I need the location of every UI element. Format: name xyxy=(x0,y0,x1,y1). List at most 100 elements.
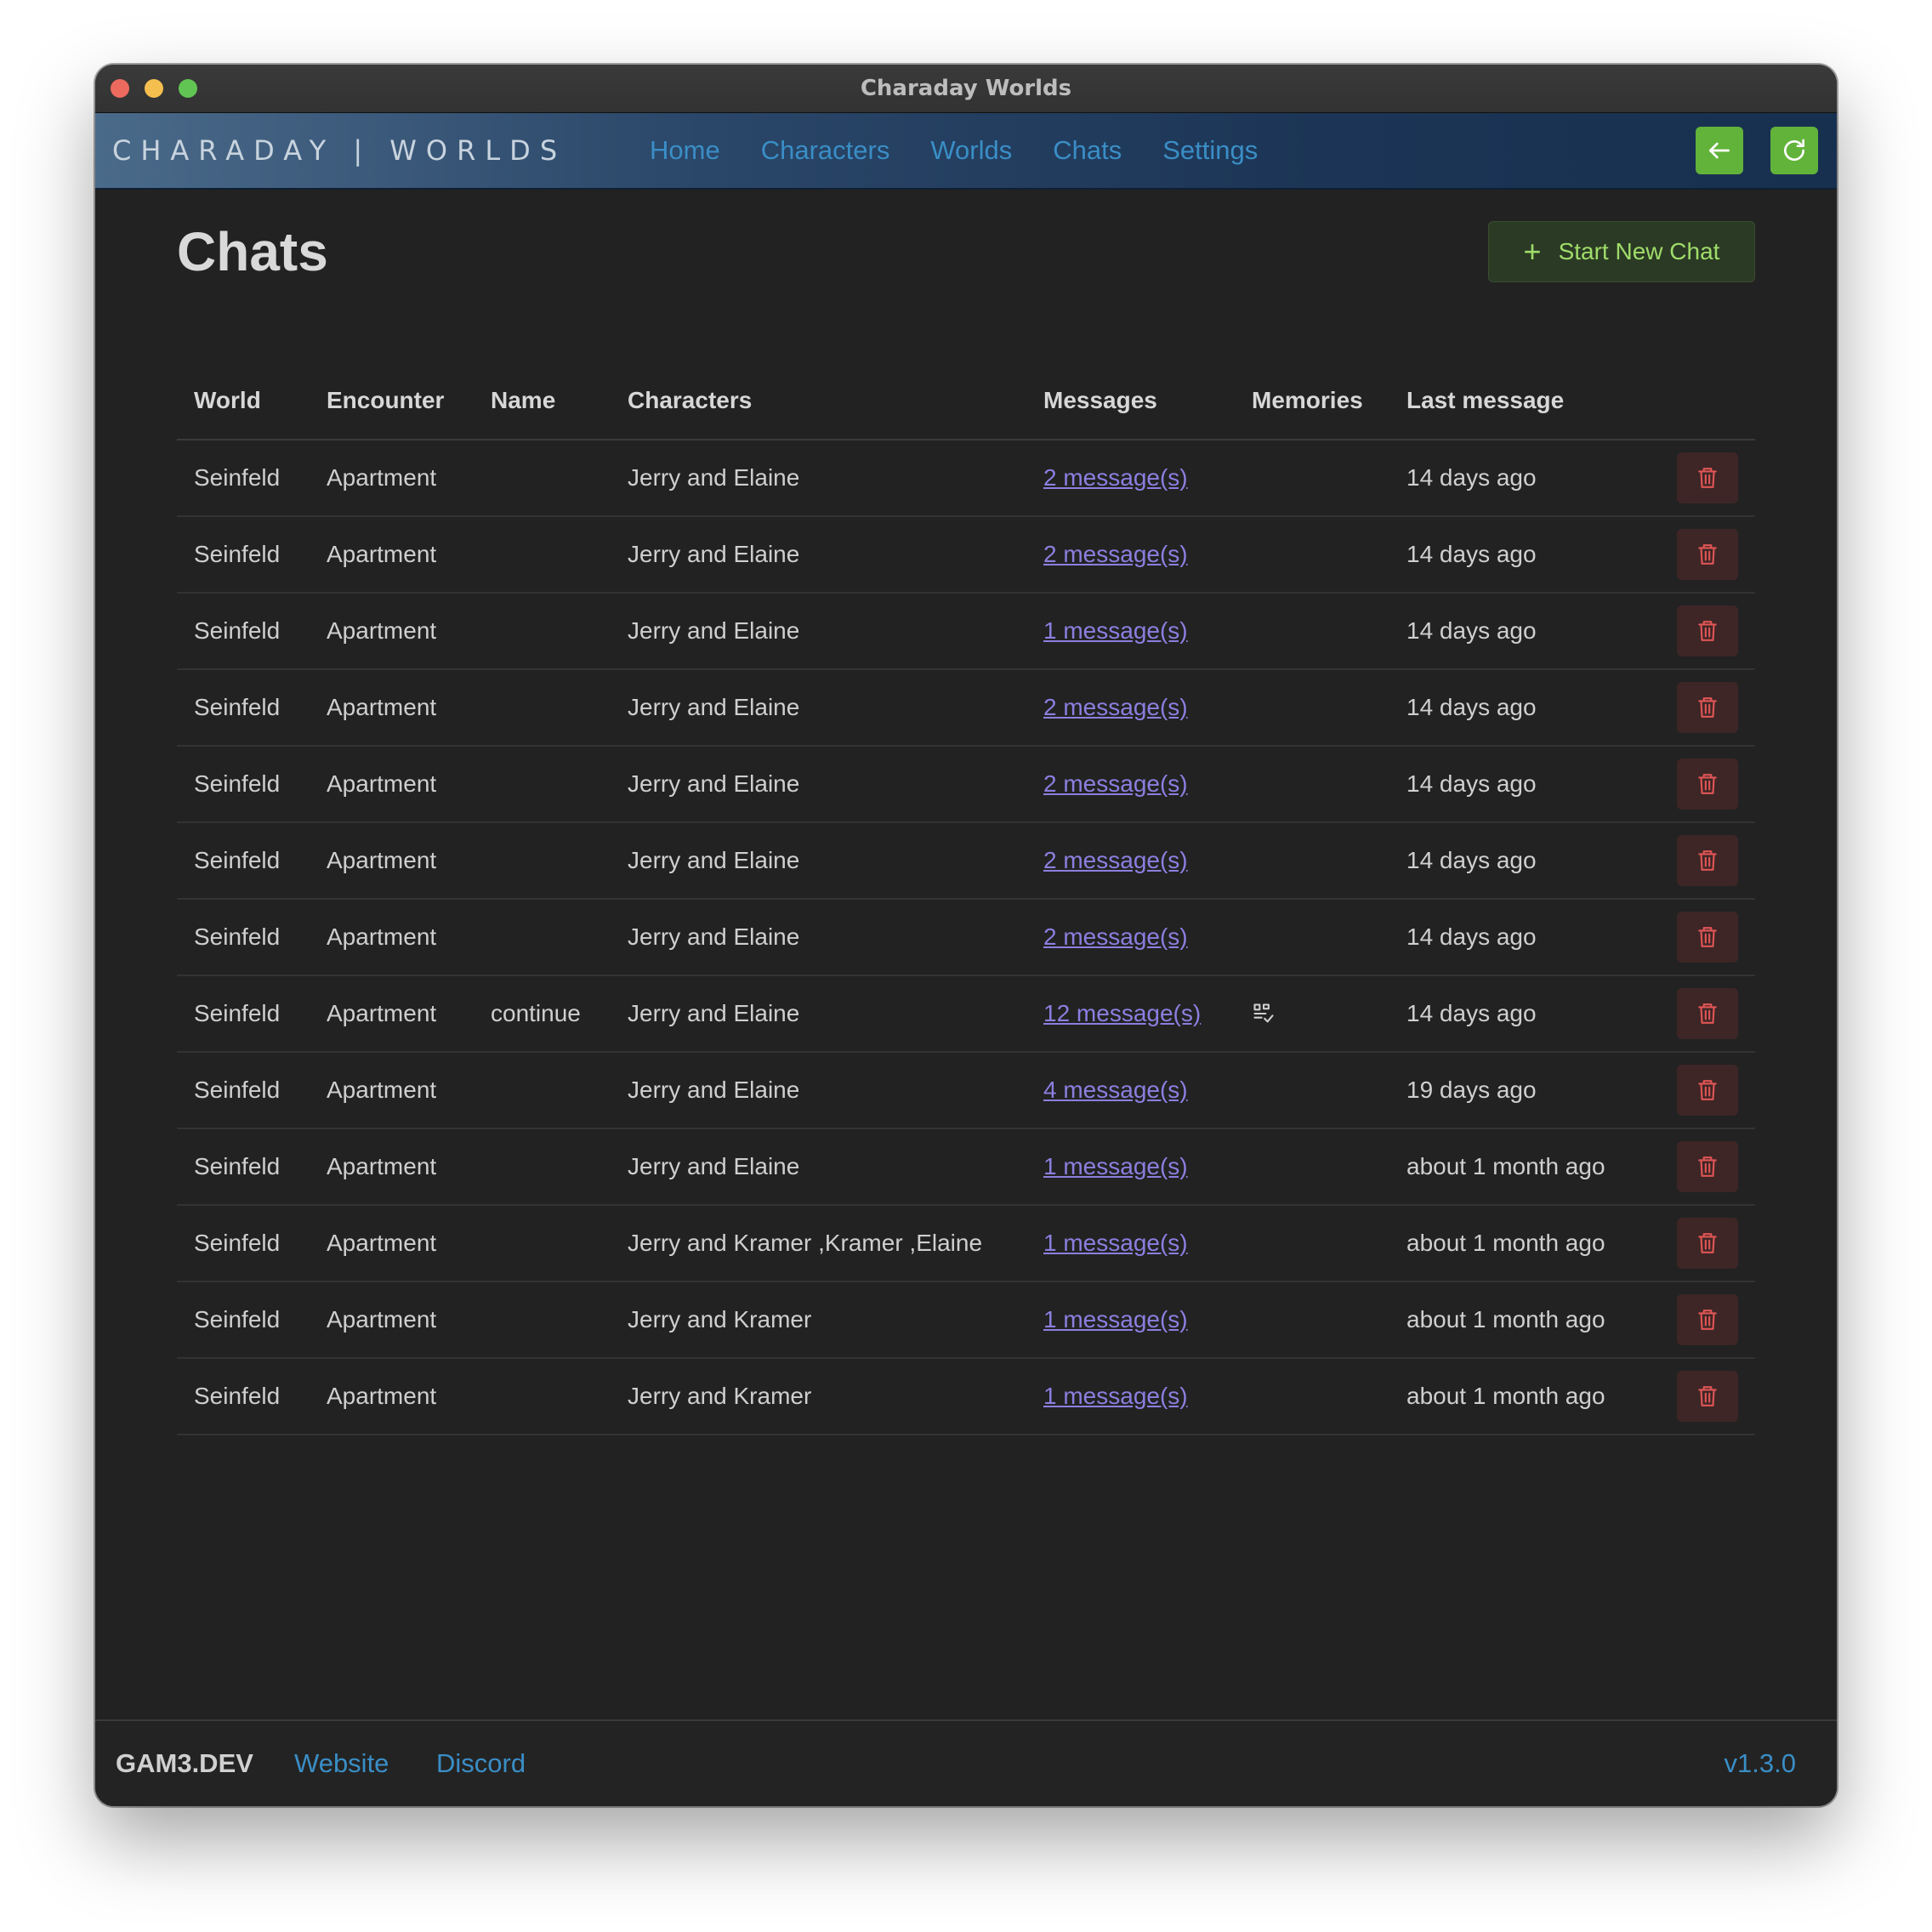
table-row: Seinfeld Apartment Jerry and Elaine 2 messa… xyxy=(177,670,1755,747)
nav-link-settings[interactable]: Settings xyxy=(1162,135,1258,166)
delete-chat-button[interactable] xyxy=(1677,759,1738,810)
delete-chat-button[interactable] xyxy=(1677,1218,1738,1269)
trash-icon xyxy=(1696,1078,1719,1102)
header-name[interactable]: Name xyxy=(491,362,555,439)
cell-actions xyxy=(1677,1129,1738,1204)
cell-messages: 2 message(s) xyxy=(1043,900,1188,975)
delete-chat-button[interactable] xyxy=(1677,529,1738,580)
delete-chat-button[interactable] xyxy=(1677,912,1738,963)
messages-link[interactable]: 2 message(s) xyxy=(1043,541,1188,568)
cell-encounter: Apartment xyxy=(327,1306,437,1333)
cell-messages: 2 message(s) xyxy=(1043,670,1188,745)
cell-messages: 1 message(s) xyxy=(1043,1282,1188,1357)
cell-characters: Jerry and Kramer xyxy=(628,1383,812,1409)
cell-encounter: Apartment xyxy=(327,770,437,797)
brand-logo[interactable]: CHARADAY | WORLDS xyxy=(112,113,566,188)
delete-chat-button[interactable] xyxy=(1677,605,1738,656)
table-row: Seinfeld Apartment Jerry and Elaine 4 messa… xyxy=(177,1053,1755,1129)
messages-link[interactable]: 2 message(s) xyxy=(1043,847,1188,874)
delete-chat-button[interactable] xyxy=(1677,452,1738,503)
cell-characters: Jerry and Elaine xyxy=(628,847,800,873)
cell-characters: Jerry and Elaine xyxy=(628,694,800,720)
delete-chat-button[interactable] xyxy=(1677,1371,1738,1422)
delete-chat-button[interactable] xyxy=(1677,1294,1738,1345)
cell-world: Seinfeld xyxy=(194,464,281,491)
cell-characters: Jerry and Kramer ,Kramer ,Elaine xyxy=(628,1230,983,1256)
header-messages[interactable]: Messages xyxy=(1043,362,1157,439)
messages-link[interactable]: 1 message(s) xyxy=(1043,617,1188,645)
refresh-button[interactable] xyxy=(1770,127,1818,174)
plus-icon: + xyxy=(1523,234,1542,269)
cell-world: Seinfeld xyxy=(194,541,281,567)
cell-encounter: Apartment xyxy=(327,1077,437,1103)
cell-messages: 1 message(s) xyxy=(1043,1129,1188,1204)
messages-link[interactable]: 2 message(s) xyxy=(1043,770,1188,798)
delete-chat-button[interactable] xyxy=(1677,1065,1738,1116)
cell-memories xyxy=(1252,976,1276,1051)
cell-messages: 1 message(s) xyxy=(1043,1359,1188,1434)
messages-link[interactable]: 2 message(s) xyxy=(1043,694,1188,721)
messages-link[interactable]: 1 message(s) xyxy=(1043,1306,1188,1333)
cell-last-message: about 1 month ago xyxy=(1406,1306,1605,1333)
nav-link-home[interactable]: Home xyxy=(650,135,720,166)
nav-link-characters[interactable]: Characters xyxy=(761,135,890,166)
arrow-left-icon xyxy=(1709,142,1730,159)
page-title: Chats xyxy=(177,221,328,282)
footer-link-website[interactable]: Website xyxy=(294,1721,389,1806)
cell-actions xyxy=(1677,900,1738,975)
cell-messages: 1 message(s) xyxy=(1043,1206,1188,1281)
trash-icon xyxy=(1696,925,1719,949)
trash-icon xyxy=(1696,849,1719,872)
header-encounter[interactable]: Encounter xyxy=(327,362,444,439)
nav-link-worlds[interactable]: Worlds xyxy=(930,135,1012,166)
header-characters[interactable]: Characters xyxy=(628,362,752,439)
header-last-message[interactable]: Last message xyxy=(1406,362,1564,439)
cell-last-message: 14 days ago xyxy=(1406,464,1537,491)
messages-link[interactable]: 12 message(s) xyxy=(1043,1000,1201,1027)
cell-world: Seinfeld xyxy=(194,694,281,720)
cell-actions xyxy=(1677,1359,1738,1434)
cell-actions xyxy=(1677,440,1738,515)
cell-world: Seinfeld xyxy=(194,1306,281,1333)
cell-characters: Jerry and Elaine xyxy=(628,541,800,567)
delete-chat-button[interactable] xyxy=(1677,835,1738,886)
footer-link-discord[interactable]: Discord xyxy=(436,1721,526,1806)
messages-link[interactable]: 2 message(s) xyxy=(1043,923,1188,951)
cell-actions xyxy=(1677,594,1738,668)
messages-link[interactable]: 1 message(s) xyxy=(1043,1153,1188,1180)
nav-link-chats[interactable]: Chats xyxy=(1053,135,1122,166)
app-window: Charaday Worlds CHARADAY | WORLDS Home C… xyxy=(95,65,1837,1806)
messages-link[interactable]: 1 message(s) xyxy=(1043,1230,1188,1257)
cell-actions xyxy=(1677,1206,1738,1281)
delete-chat-button[interactable] xyxy=(1677,988,1738,1039)
back-button[interactable] xyxy=(1696,127,1743,174)
messages-link[interactable]: 1 message(s) xyxy=(1043,1383,1188,1410)
table-row: Seinfeld Apartment Jerry and Elaine 2 messa… xyxy=(177,517,1755,594)
cell-characters: Jerry and Elaine xyxy=(628,1153,800,1179)
cell-encounter: Apartment xyxy=(327,1230,437,1256)
cell-encounter: Apartment xyxy=(327,541,437,567)
start-new-chat-button[interactable]: + Start New Chat xyxy=(1488,221,1755,282)
delete-chat-button[interactable] xyxy=(1677,1141,1738,1192)
cell-actions xyxy=(1677,747,1738,821)
table-row: Seinfeld Apartment Jerry and Elaine 1 messa… xyxy=(177,594,1755,670)
chats-table: World Encounter Name Characters Messages… xyxy=(177,362,1755,1435)
messages-link[interactable]: 4 message(s) xyxy=(1043,1077,1188,1104)
cell-characters: Jerry and Elaine xyxy=(628,1077,800,1103)
trash-icon xyxy=(1696,772,1719,796)
cell-last-message: 14 days ago xyxy=(1406,1000,1537,1026)
trash-icon xyxy=(1696,1308,1719,1332)
cell-name: continue xyxy=(491,1000,581,1026)
table-row: Seinfeld Apartment Jerry and Elaine 2 messa… xyxy=(177,900,1755,976)
cell-last-message: about 1 month ago xyxy=(1406,1383,1605,1409)
cell-encounter: Apartment xyxy=(327,1153,437,1179)
cell-characters: Jerry and Elaine xyxy=(628,923,800,950)
delete-chat-button[interactable] xyxy=(1677,682,1738,733)
messages-link[interactable]: 2 message(s) xyxy=(1043,464,1188,492)
header-world[interactable]: World xyxy=(194,362,261,439)
table-row: Seinfeld Apartment continue Jerry and Elain… xyxy=(177,976,1755,1053)
footer-brand[interactable]: GAM3.DEV xyxy=(116,1721,253,1806)
start-new-chat-label: Start New Chat xyxy=(1558,238,1720,264)
header-memories[interactable]: Memories xyxy=(1252,362,1363,439)
cell-last-message: 14 days ago xyxy=(1406,847,1537,873)
